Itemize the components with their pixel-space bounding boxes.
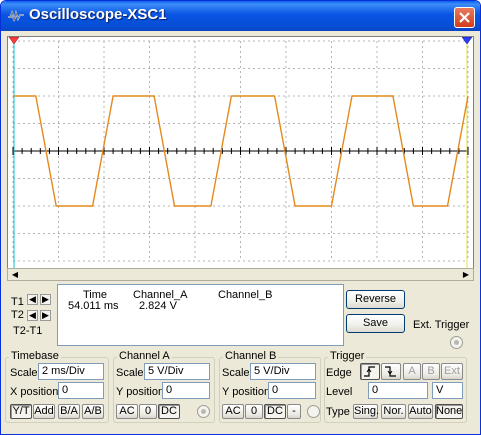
x-position-field[interactable]: 0 [58, 382, 104, 399]
scope-svg [8, 37, 473, 269]
scroll-right-icon[interactable]: ▶ [460, 269, 472, 280]
cursor-t1-marker-icon [8, 37, 20, 45]
timebase-title: Timebase [9, 350, 61, 362]
mode-ba-button[interactable]: B/A [58, 404, 80, 419]
channel-b-scale-field[interactable]: 5 V/Div [250, 363, 316, 380]
channel-a-scale-label: Scale [116, 367, 144, 379]
timebase-scale-field[interactable]: 2 ms/Div [38, 363, 104, 380]
falling-edge-icon [385, 366, 396, 377]
oscilloscope-app-icon [8, 10, 24, 22]
channel-b-ypos-label: Y position [222, 386, 271, 398]
window-title: Oscilloscope-XSC1 [29, 6, 167, 23]
t1-right-arrow-icon[interactable]: ▶ [40, 294, 51, 305]
trigger-type-label: Type [326, 406, 350, 418]
oscilloscope-window: Oscilloscope-XSC1 ◀ ▶ T1 ◀ ▶ T2 ◀ ▶ T2-T… [0, 0, 481, 435]
t2-left-arrow-icon[interactable]: ◀ [27, 310, 38, 321]
readout-table: Time Channel_A Channel_B 54.011 ms 2.824… [57, 284, 344, 346]
trigger-single-button[interactable]: Sing. [353, 404, 379, 419]
level-label: Level [326, 386, 353, 398]
channel-a-ext-radio[interactable] [197, 405, 210, 418]
channel-a-dc-button[interactable]: DC [158, 404, 180, 419]
trigger-source-b-button[interactable]: B [422, 363, 440, 380]
ext-trigger-label: Ext. Trigger [413, 319, 470, 331]
trigger-level-field[interactable]: 0 [368, 382, 428, 399]
horizontal-scrollbar[interactable]: ◀ ▶ [7, 268, 474, 281]
channel-b-ypos-field[interactable]: 0 [268, 382, 316, 399]
trigger-source-a-button[interactable]: A [403, 363, 421, 380]
channel-a-ypos-field[interactable]: 0 [162, 382, 210, 399]
close-icon [459, 12, 470, 23]
channel-a-ac-button[interactable]: AC [116, 404, 138, 419]
trigger-level-unit-field[interactable]: V [432, 382, 463, 399]
channel-a-scale-field[interactable]: 5 V/Div [144, 363, 210, 380]
channel-b-title: Channel B [223, 350, 279, 362]
close-button[interactable] [454, 7, 475, 28]
t2-right-arrow-icon[interactable]: ▶ [40, 310, 51, 321]
col-channel-b-header: Channel_B [218, 289, 273, 301]
channel-a-zero-button[interactable]: 0 [139, 404, 157, 419]
t1-left-arrow-icon[interactable]: ◀ [27, 294, 38, 305]
channel-b-ac-button[interactable]: AC [222, 404, 244, 419]
channel-b-zero-button[interactable]: 0 [245, 404, 263, 419]
title-bar[interactable]: Oscilloscope-XSC1 [1, 1, 480, 31]
rising-edge-button[interactable] [360, 363, 380, 380]
channel-b-ext-radio[interactable] [307, 405, 320, 418]
trigger-none-button[interactable]: None [435, 404, 463, 419]
t2-label: T2 [11, 309, 24, 321]
reverse-button[interactable]: Reverse [346, 290, 405, 309]
channel-a-title: Channel A [117, 350, 172, 362]
readout-channel-a-value: 2.824 V [139, 300, 177, 312]
rising-edge-icon [364, 366, 375, 377]
mode-yt-button[interactable]: Y/T [10, 404, 32, 419]
mode-add-button[interactable]: Add [33, 404, 55, 419]
t2t1-label: T2-T1 [13, 325, 43, 337]
channel-b-scale-label: Scale [222, 367, 250, 379]
channel-b-invert-button[interactable]: - [287, 404, 301, 419]
save-button[interactable]: Save [346, 314, 405, 333]
edge-label: Edge [326, 367, 352, 379]
scope-display [7, 36, 474, 270]
trigger-title: Trigger [328, 350, 367, 362]
readout-time-value: 54.011 ms [68, 300, 119, 312]
channel-a-ypos-label: Y position [116, 386, 165, 398]
trigger-auto-button[interactable]: Auto [408, 404, 433, 419]
falling-edge-button[interactable] [381, 363, 401, 380]
scroll-left-icon[interactable]: ◀ [9, 269, 21, 280]
x-position-label: X position [10, 386, 59, 398]
cursor-readout-area: T1 ◀ ▶ T2 ◀ ▶ T2-T1 Time Channel_A Chann… [7, 284, 474, 349]
ext-trigger-radio[interactable] [450, 336, 463, 349]
timebase-scale-label: Scale [10, 367, 38, 379]
t1-label: T1 [11, 296, 24, 308]
trigger-source-ext-button[interactable]: Ext [441, 363, 463, 380]
mode-ab-button[interactable]: A/B [82, 404, 104, 419]
channel-b-dc-button[interactable]: DC [264, 404, 286, 419]
trigger-normal-button[interactable]: Nor. [381, 404, 406, 419]
